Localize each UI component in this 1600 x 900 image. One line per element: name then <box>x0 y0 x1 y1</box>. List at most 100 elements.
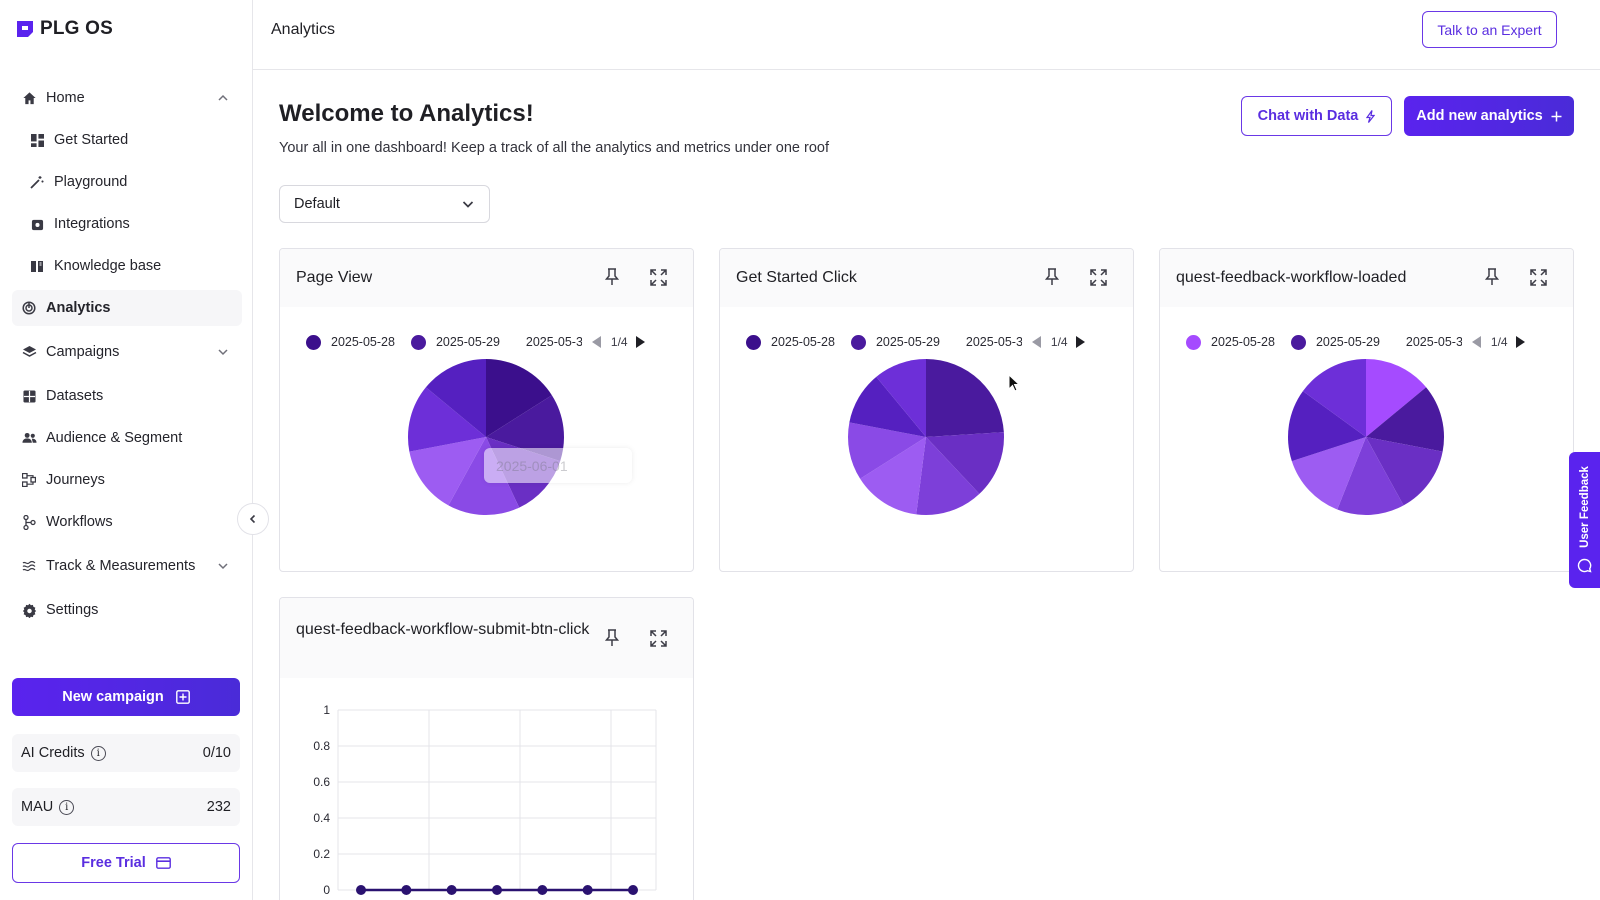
legend-prev-arrow-icon[interactable] <box>1471 336 1481 348</box>
sidebar-item-campaigns[interactable]: Campaigns <box>12 334 242 370</box>
legend-page-indicator: 1/4 <box>1050 335 1068 349</box>
y-tick-label: 0.2 <box>313 847 330 861</box>
y-tick-label: 0 <box>323 883 330 897</box>
add-new-analytics-button[interactable]: Add new analytics <box>1404 96 1574 136</box>
legend-next-arrow-icon[interactable] <box>1075 336 1085 348</box>
data-point[interactable] <box>492 885 502 895</box>
journey-icon <box>20 471 38 489</box>
data-point[interactable] <box>446 885 457 895</box>
line-chart[interactable]: 1 0.8 0.6 0.4 0.2 0 <box>280 698 694 900</box>
sidebar-item-analytics[interactable]: Analytics <box>12 290 242 326</box>
sidebar-item-home[interactable]: Home <box>12 80 242 116</box>
legend-item[interactable]: 2025-05-29 <box>410 334 500 350</box>
pie-chart[interactable] <box>406 357 566 517</box>
ai-credits-row: AI Credits i 0/10 <box>12 734 240 772</box>
card-title: Get Started Click <box>736 269 857 286</box>
info-icon[interactable]: i <box>90 745 106 761</box>
chevron-left-icon <box>249 514 256 524</box>
legend-item[interactable]: 2025-05-29 <box>850 334 940 350</box>
pin-icon[interactable] <box>602 267 622 287</box>
sidebar-item-journeys[interactable]: Journeys <box>12 462 242 498</box>
expand-icon[interactable] <box>648 267 668 287</box>
pie-chart[interactable] <box>846 357 1006 517</box>
legend-prev-arrow-icon[interactable] <box>1031 336 1041 348</box>
chevron-up-icon[interactable] <box>216 91 230 105</box>
free-trial-label: Free Trial <box>81 855 146 871</box>
data-point[interactable] <box>401 885 412 895</box>
pie-slice[interactable] <box>926 359 1004 437</box>
card-title: quest-feedback-workflow-loaded <box>1176 269 1407 286</box>
legend-next-arrow-icon[interactable] <box>1515 336 1525 348</box>
pin-icon[interactable] <box>1482 267 1502 287</box>
collapse-sidebar-button[interactable] <box>237 503 269 535</box>
legend-prev-arrow-icon[interactable] <box>591 336 601 348</box>
chart-legend: 2025-05-28 2025-05-29 2025-05-30 1/4 <box>746 333 1085 351</box>
analytics-card-get-started-click: Get Started Click 2025-05-28 2025-05-29 … <box>719 248 1134 572</box>
free-trial-button[interactable]: Free Trial <box>12 843 240 883</box>
sidebar-item-integrations[interactable]: Integrations <box>12 206 242 242</box>
user-feedback-tab[interactable]: User Feedback <box>1569 452 1600 588</box>
mau-value: 232 <box>206 799 231 815</box>
ai-credits-label: AI Credits <box>21 745 85 761</box>
chevron-down-icon[interactable] <box>216 345 230 359</box>
sidebar-item-label: Workflows <box>46 514 113 530</box>
brand-name: PLG OS <box>40 18 113 39</box>
analytics-card-page-view: Page View 2025-05-28 2025-05-29 2025-05-… <box>279 248 694 572</box>
card-title: Page View <box>296 269 373 286</box>
legend-item[interactable]: 2025-05-28 <box>1186 334 1275 350</box>
brand[interactable]: PLG OS <box>16 18 113 40</box>
card-header: Page View <box>280 249 693 307</box>
chart-tooltip: 2025-06-01 <box>484 448 632 483</box>
legend-label: 2025-05-29 <box>435 335 500 349</box>
sidebar-item-label: Settings <box>46 602 99 618</box>
expand-icon[interactable] <box>1088 267 1108 287</box>
mau-label: MAU <box>21 799 54 815</box>
sidebar-item-label: Journeys <box>46 472 105 488</box>
ai-credits-value: 0/10 <box>202 745 231 761</box>
expand-icon[interactable] <box>1528 267 1548 287</box>
sidebar-item-knowledge-base[interactable]: Knowledge base <box>12 248 242 284</box>
legend-item[interactable]: 2025-05-30 <box>956 335 1022 350</box>
expand-icon[interactable] <box>648 628 668 648</box>
gear-icon <box>20 601 38 619</box>
tooltip-label: 2025-06-01 <box>496 457 568 474</box>
sidebar-item-track-measurements[interactable]: Track & Measurements <box>12 548 242 584</box>
pin-icon[interactable] <box>602 628 622 648</box>
sidebar-item-get-started[interactable]: Get Started <box>12 122 242 158</box>
dashboard-select[interactable]: Default <box>279 185 490 223</box>
sidebar-item-label: Integrations <box>54 216 130 232</box>
data-point[interactable] <box>537 885 548 895</box>
data-point[interactable] <box>628 885 638 895</box>
sidebar-item-playground[interactable]: Playground <box>12 164 242 200</box>
new-campaign-button[interactable]: New campaign <box>12 678 240 716</box>
card-header: quest-feedback-workflow-submit-btn-click <box>280 598 693 678</box>
page-title: Analytics <box>271 21 336 38</box>
legend-item[interactable]: 2025-05-29 <box>1290 334 1380 350</box>
chevron-down-icon[interactable] <box>216 559 230 573</box>
pin-icon[interactable] <box>1042 267 1062 287</box>
mau-row: MAU i 232 <box>12 788 240 826</box>
info-icon[interactable]: i <box>59 799 75 815</box>
legend-item[interactable]: 2025-05-30 <box>1396 335 1462 350</box>
pie-chart[interactable] <box>1286 357 1446 517</box>
legend-item[interactable]: 2025-05-28 <box>746 334 835 350</box>
legend-next-arrow-icon[interactable] <box>635 336 645 348</box>
data-point[interactable] <box>356 885 366 895</box>
welcome-heading: Welcome to Analytics! <box>279 100 534 127</box>
sidebar-item-label: Campaigns <box>46 344 120 360</box>
sidebar-item-workflows[interactable]: Workflows <box>12 504 242 540</box>
sidebar-item-datasets[interactable]: Datasets <box>12 378 242 414</box>
talk-to-expert-button[interactable]: Talk to an Expert <box>1422 11 1557 48</box>
legend-swatch <box>306 334 321 350</box>
data-point[interactable] <box>582 885 593 895</box>
sidebar-item-label: Playground <box>54 174 128 190</box>
legend-item[interactable]: 2025-05-30 <box>516 335 582 350</box>
chat-with-data-button[interactable]: Chat with Data <box>1241 96 1392 136</box>
sidebar-item-audience-segment[interactable]: Audience & Segment <box>12 420 242 456</box>
legend-item[interactable]: 2025-05-28 <box>306 334 395 350</box>
chart-legend: 2025-05-28 2025-05-29 2025-05-30 1/4 <box>306 333 645 351</box>
legend-swatch <box>410 334 426 350</box>
chat-with-data-label: Chat with Data <box>1257 108 1359 124</box>
main-content: Welcome to Analytics! Your all in one da… <box>253 70 1600 900</box>
sidebar-item-settings[interactable]: Settings <box>12 592 242 628</box>
